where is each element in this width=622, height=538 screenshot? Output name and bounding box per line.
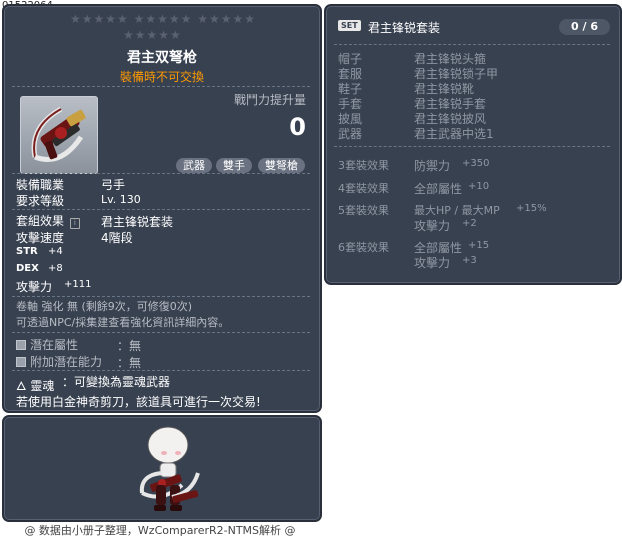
divider xyxy=(12,370,310,371)
stat-attack-value: +111 xyxy=(64,279,92,290)
platinum-scissors-hint: 若使用白金神奇剪刀，該道具可進行一次交易! xyxy=(16,395,261,409)
upgrade-info: 卷軸 強化 無 (剩餘9次，可修復0次) xyxy=(16,300,193,313)
set-count: 0 / 6 xyxy=(559,19,610,35)
soul-value: ：可變換為靈魂武器 xyxy=(62,375,171,389)
tag-two-handed: 雙手 xyxy=(216,158,252,173)
divider xyxy=(334,44,610,45)
footer-credit: @ 数据由小册子整理，WzComparerR2-NTMS解析 @ xyxy=(24,524,296,537)
info-icon[interactable]: i xyxy=(69,218,80,229)
potential-icon xyxy=(16,340,26,350)
divider xyxy=(12,86,310,87)
set-effect-stat: 防禦力 xyxy=(414,159,451,173)
combat-power-label: 戰鬥力提升量 xyxy=(233,93,306,107)
attack-speed-label: 攻擊速度 xyxy=(16,231,65,245)
stat-dex-value: +8 xyxy=(48,263,63,274)
set-effect-stat: 攻擊力 xyxy=(414,219,451,233)
tag-weapon: 武器 xyxy=(176,158,212,173)
req-job-label: 裝備職業 xyxy=(16,178,65,192)
set-effect-stat: 最大HP / 最大MP xyxy=(414,204,500,217)
potential-label: 潛在屬性 xyxy=(30,338,79,352)
item-name: 君主双弩枪 xyxy=(127,50,197,66)
soul-label: 靈魂 xyxy=(30,379,55,393)
set-effect-panel: SET 君主锋锐套装 0 / 6 帽子 君主锋锐头箍 套服 君主锋锐锁子甲 鞋子… xyxy=(324,4,622,285)
set-badge: SET xyxy=(338,20,361,31)
stat-str-name: STR xyxy=(16,246,38,257)
set-part-slot: 武器 xyxy=(338,127,363,141)
crossbow-icon xyxy=(20,96,98,174)
req-level-label: 要求等級 xyxy=(16,194,65,208)
req-job-value: 弓手 xyxy=(101,178,126,192)
set-effect-label: 套組效果 i xyxy=(16,212,80,229)
stat-str-value: +4 xyxy=(48,246,63,257)
set-effect-tier-label: 6套裝效果 xyxy=(338,241,389,254)
character-preview-panel xyxy=(2,415,322,522)
potential-row: 潛在屬性 xyxy=(16,336,78,353)
divider xyxy=(12,173,310,174)
untradeable-notice: 裝備時不可交換 xyxy=(119,70,204,84)
star-force-row-1: ★★★★★ ★★★★★ ★★★★★ xyxy=(70,12,256,26)
divider xyxy=(12,209,310,210)
bonus-potential-row: 附加潛在能力 xyxy=(16,353,102,370)
stat-dex-name: DEX xyxy=(16,263,39,274)
set-effect-value: +15% xyxy=(516,203,547,214)
potential-value: ：無 xyxy=(117,339,142,353)
bonus-potential-value: ：無 xyxy=(117,356,142,370)
set-effect-value: +2 xyxy=(462,218,477,229)
set-effect-tier-label: 3套裝效果 xyxy=(338,159,389,172)
set-effect-label-text: 套組效果 xyxy=(16,214,65,228)
upgrade-hint: 可透過NPC/採集建查看強化資訊詳細內容。 xyxy=(16,316,230,329)
divider xyxy=(12,332,310,333)
set-effect-tier-label: 5套裝效果 xyxy=(338,204,389,217)
set-effect-value: +350 xyxy=(462,158,490,169)
combat-power-value: 0 xyxy=(289,113,306,141)
bonus-potential-label: 附加潛在能力 xyxy=(30,355,103,369)
set-effect-stat: 攻擊力 xyxy=(414,256,451,270)
item-tooltip-panel: ★★★★★ ★★★★★ ★★★★★ ★★★★★ 君主双弩枪 裝備時不可交換 戰鬥… xyxy=(2,4,322,413)
set-effect-value: 君主锋锐套装 xyxy=(101,215,174,229)
divider xyxy=(12,296,310,297)
set-effect-value: +3 xyxy=(462,255,477,266)
set-effect-value: +10 xyxy=(468,181,490,192)
attack-speed-value: 4階段 xyxy=(101,231,133,245)
star-force-row-2: ★★★★★ xyxy=(123,28,182,42)
req-level-value: Lv. 130 xyxy=(101,193,141,206)
set-effect-value: +15 xyxy=(468,240,490,251)
set-effect-tier-label: 4套裝效果 xyxy=(338,182,389,195)
set-title: 君主锋锐套装 xyxy=(368,21,441,35)
flame-icon: 🜂 xyxy=(16,379,27,393)
bonus-potential-icon xyxy=(16,357,26,367)
set-part-item: 君主武器中选1 xyxy=(414,127,494,141)
character-avatar xyxy=(132,423,202,517)
set-effect-stat: 全部屬性 xyxy=(414,182,463,196)
tag-dual-bowguns: 雙弩槍 xyxy=(258,158,305,173)
stat-attack-name: 攻擊力 xyxy=(16,280,53,294)
divider xyxy=(334,146,610,147)
